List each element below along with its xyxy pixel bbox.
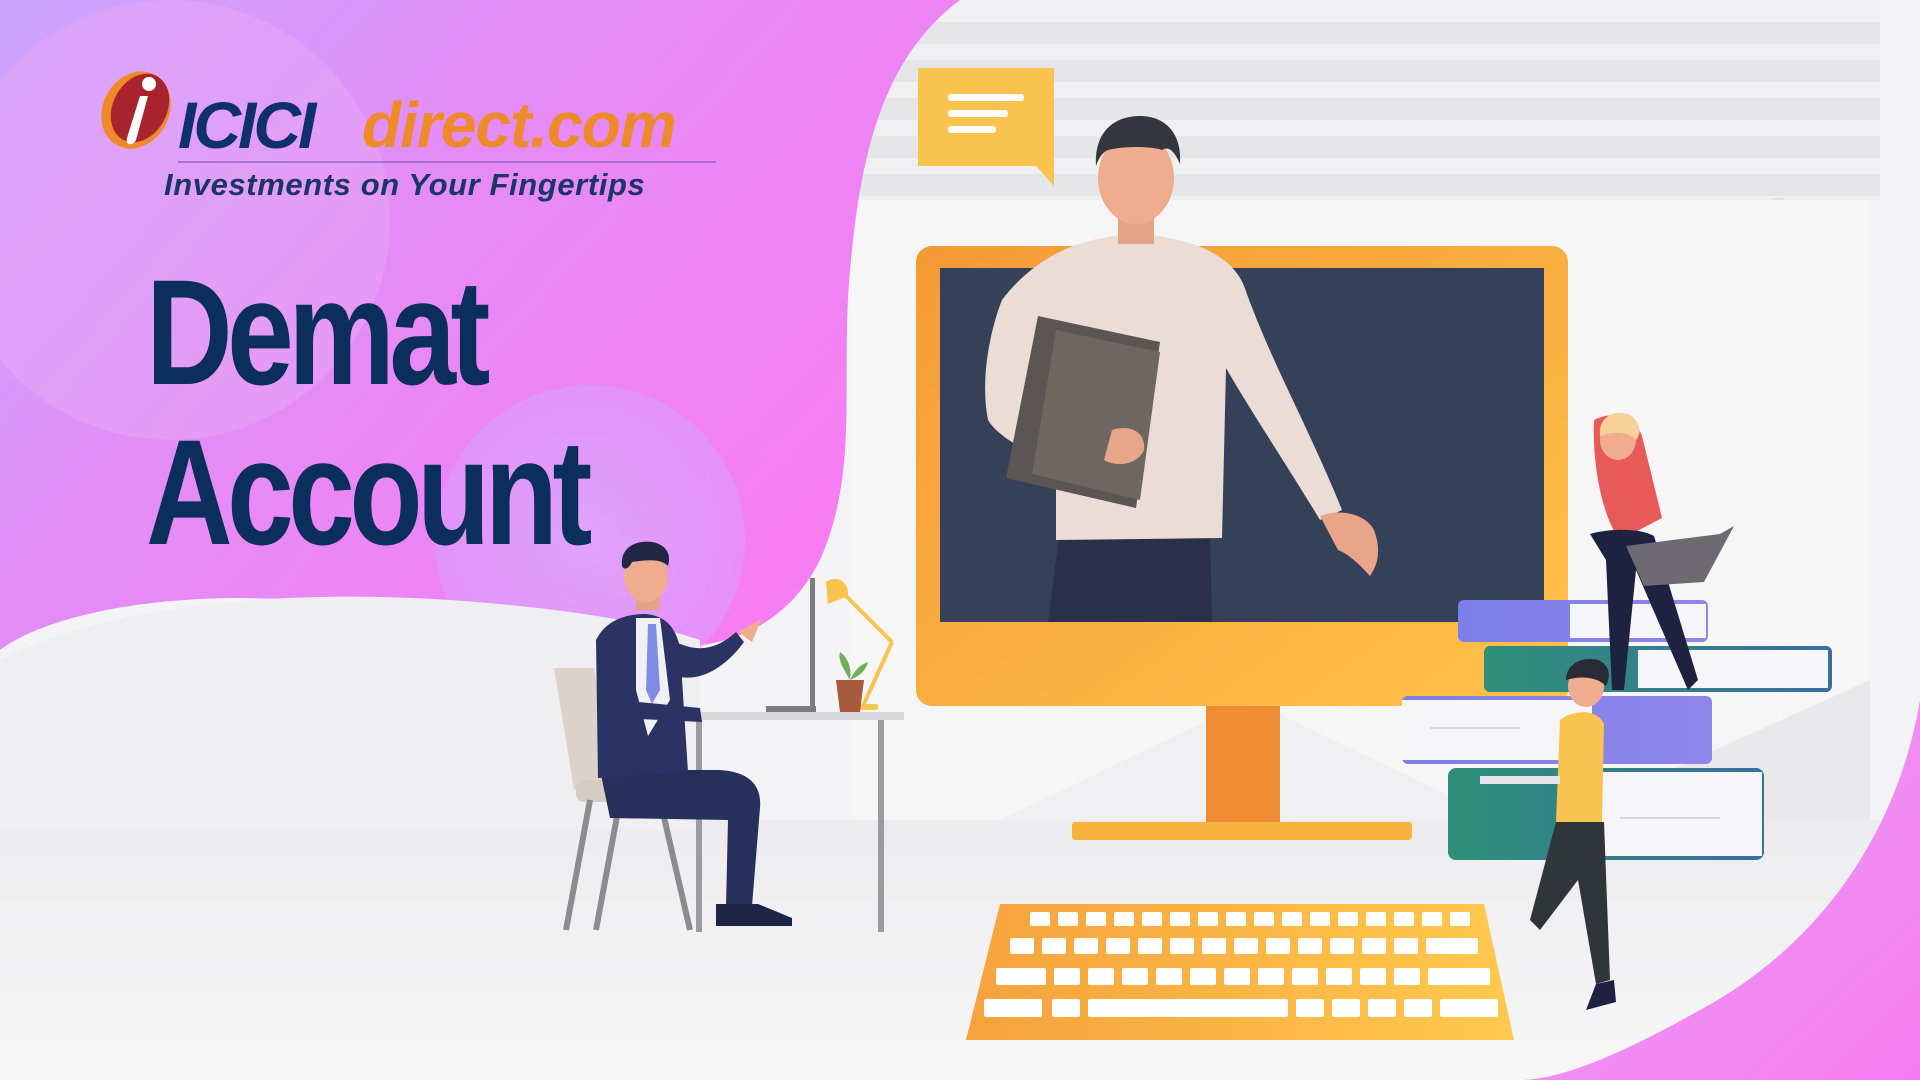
keyboard [966, 904, 1514, 1040]
hero-banner: ICICI direct.com Investments on Your Fin… [0, 0, 1920, 1080]
office-illustration [554, 68, 1832, 1040]
chat-bubble-icon [918, 68, 1054, 186]
desk [676, 578, 904, 932]
businessman-figure [596, 541, 792, 926]
